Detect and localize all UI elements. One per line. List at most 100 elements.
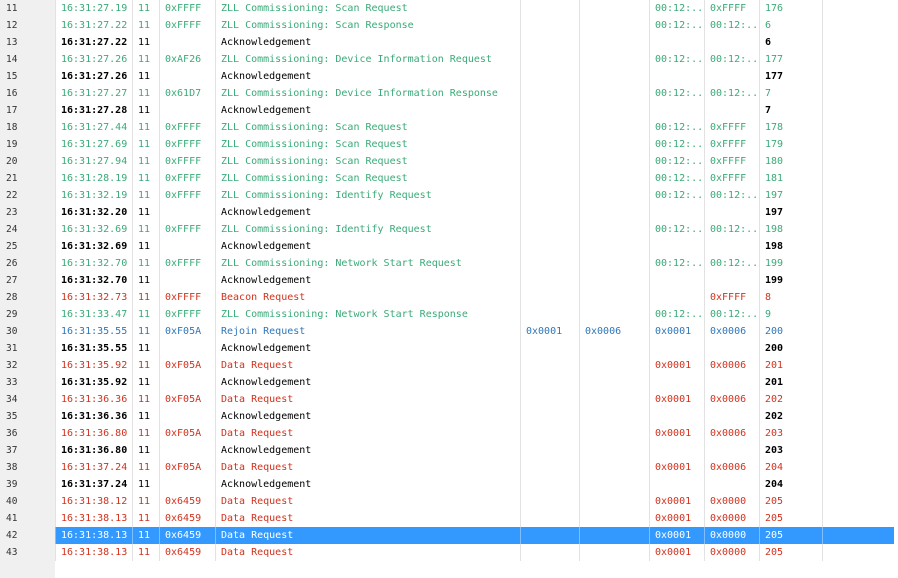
field-c-cell: 00:12:...: [655, 122, 704, 133]
source-address-cell: [160, 68, 215, 85]
source-address-cell: 0xF05A: [165, 428, 202, 439]
sequence-number-cell: 197: [765, 190, 784, 201]
table-row[interactable]: 30 16:31:35.55 11 0xF05A Rejoin Request 0x000…: [0, 323, 898, 340]
field-c-cell: [650, 340, 704, 357]
table-row[interactable]: 38 16:31:37.24 11 0xF05A Data Request 0x0001 0…: [0, 459, 898, 476]
description-cell: Acknowledgement: [221, 411, 312, 422]
table-row[interactable]: 12 16:31:27.22 11 0xFFFF ZLL Commissioning: …: [0, 17, 898, 34]
table-row-selected[interactable]: 42 16:31:38.13 11 0x6459 Data Request 0x0001 0…: [0, 527, 898, 544]
table-row[interactable]: 11 16:31:27.19 11 0xFFFF ZLL Commissioning: …: [0, 0, 898, 17]
column-divider: [822, 391, 823, 408]
field-a-cell: [521, 527, 579, 544]
source-address-cell: 0x6459: [165, 496, 202, 507]
field-d-cell: 00:12:...: [710, 88, 759, 99]
field-a-cell: [521, 272, 579, 289]
field-a-cell: [521, 306, 579, 323]
field-c-cell: [650, 238, 704, 255]
row-number: 42: [0, 527, 55, 544]
channel-cell: 11: [138, 105, 151, 116]
table-row[interactable]: 31 16:31:35.55 11 Acknowledgement 200: [0, 340, 898, 357]
field-c-cell: [650, 34, 704, 51]
sequence-number-cell: 7: [765, 88, 772, 99]
field-b-cell: [580, 51, 648, 68]
table-row[interactable]: 29 16:31:33.47 11 0xFFFF ZLL Commissioning: …: [0, 306, 898, 323]
field-a-cell: [521, 238, 579, 255]
table-row[interactable]: 39 16:31:37.24 11 Acknowledgement 204: [0, 476, 898, 493]
packet-list-grid[interactable]: 11 16:31:27.19 11 0xFFFF ZLL Commissioning: …: [0, 0, 898, 578]
sequence-number-cell: 205: [765, 513, 784, 524]
field-a-cell: [521, 408, 579, 425]
table-row[interactable]: 14 16:31:27.26 11 0xAF26 ZLL Commissioning: …: [0, 51, 898, 68]
row-number: 32: [0, 357, 55, 374]
table-row[interactable]: 16 16:31:27.27 11 0x61D7 ZLL Commissioning: …: [0, 85, 898, 102]
row-number: 36: [0, 425, 55, 442]
table-row[interactable]: 18 16:31:27.44 11 0xFFFF ZLL Commissioning: …: [0, 119, 898, 136]
field-a-cell: [521, 476, 579, 493]
source-address-cell: 0xFFFF: [165, 156, 202, 167]
table-row[interactable]: 13 16:31:27.22 11 Acknowledgement 6: [0, 34, 898, 51]
field-a-cell: [521, 221, 579, 238]
field-b-cell: [580, 17, 648, 34]
source-address-cell: 0xFFFF: [165, 309, 202, 320]
time-cell: 16:31:36.36: [61, 394, 128, 405]
table-row[interactable]: 35 16:31:36.36 11 Acknowledgement 202: [0, 408, 898, 425]
source-address-cell: [160, 408, 215, 425]
field-c-cell: [650, 442, 704, 459]
time-cell: 16:31:27.22: [61, 37, 128, 48]
table-row[interactable]: 19 16:31:27.69 11 0xFFFF ZLL Commissioning: …: [0, 136, 898, 153]
empty-list-area: [0, 561, 898, 578]
row-number: 38: [0, 459, 55, 476]
time-cell: 16:31:32.20: [61, 207, 128, 218]
table-row[interactable]: 17 16:31:27.28 11 Acknowledgement 7: [0, 102, 898, 119]
table-row[interactable]: 37 16:31:36.80 11 Acknowledgement 203: [0, 442, 898, 459]
field-a-cell: [521, 17, 579, 34]
row-number: 37: [0, 442, 55, 459]
row-number: 14: [0, 51, 55, 68]
description-cell: ZLL Commissioning: Scan Response: [221, 20, 414, 31]
table-row[interactable]: 40 16:31:38.12 11 0x6459 Data Request 0x0001 0…: [0, 493, 898, 510]
table-row[interactable]: 27 16:31:32.70 11 Acknowledgement 199: [0, 272, 898, 289]
channel-cell: 11: [138, 275, 151, 286]
channel-cell: 11: [138, 3, 151, 14]
time-cell: 16:31:35.55: [61, 326, 128, 337]
sequence-number-cell: 197: [765, 207, 784, 218]
description-cell: ZLL Commissioning: Network Start Request: [221, 258, 462, 269]
table-row[interactable]: 43 16:31:38.13 11 0x6459 Data Request 0x0001 0…: [0, 544, 898, 561]
field-b-cell: [580, 136, 648, 153]
source-address-cell: [160, 340, 215, 357]
table-row[interactable]: 28 16:31:32.73 11 0xFFFF Beacon Request 0xFFF…: [0, 289, 898, 306]
field-b-cell: [580, 510, 648, 527]
table-row[interactable]: 33 16:31:35.92 11 Acknowledgement 201: [0, 374, 898, 391]
row-number: 29: [0, 306, 55, 323]
field-d-cell: 0xFFFF: [710, 122, 747, 133]
table-row[interactable]: 15 16:31:27.26 11 Acknowledgement 177: [0, 68, 898, 85]
table-row[interactable]: 36 16:31:36.80 11 0xF05A Data Request 0x0001 0…: [0, 425, 898, 442]
table-row[interactable]: 34 16:31:36.36 11 0xF05A Data Request 0x0001 0…: [0, 391, 898, 408]
table-row[interactable]: 25 16:31:32.69 11 Acknowledgement 198: [0, 238, 898, 255]
table-row[interactable]: 23 16:31:32.20 11 Acknowledgement 197: [0, 204, 898, 221]
table-row[interactable]: 41 16:31:38.13 11 0x6459 Data Request 0x0001 0…: [0, 510, 898, 527]
field-b-cell: [580, 255, 648, 272]
table-row[interactable]: 20 16:31:27.94 11 0xFFFF ZLL Commissioning: …: [0, 153, 898, 170]
field-b-cell: [580, 544, 648, 561]
field-a-cell: [521, 68, 579, 85]
time-cell: 16:31:27.27: [61, 88, 128, 99]
channel-cell: 11: [138, 190, 151, 201]
field-b-cell: [580, 0, 648, 17]
time-cell: 16:31:27.19: [61, 3, 128, 14]
table-row[interactable]: 26 16:31:32.70 11 0xFFFF ZLL Commissioning: …: [0, 255, 898, 272]
field-a-cell: [521, 391, 579, 408]
table-row[interactable]: 21 16:31:28.19 11 0xFFFF ZLL Commissioning: …: [0, 170, 898, 187]
channel-cell: 11: [138, 173, 151, 184]
table-row[interactable]: 22 16:31:32.19 11 0xFFFF ZLL Commissioning: …: [0, 187, 898, 204]
description-cell: Acknowledgement: [221, 207, 312, 218]
field-c-cell: [650, 374, 704, 391]
field-b-cell: [580, 272, 648, 289]
source-address-cell: 0xFFFF: [165, 224, 202, 235]
row-number: 25: [0, 238, 55, 255]
column-divider: [822, 238, 823, 255]
table-row[interactable]: 32 16:31:35.92 11 0xF05A Data Request 0x0001 0…: [0, 357, 898, 374]
source-address-cell: 0x6459: [165, 513, 202, 524]
row-number: 12: [0, 17, 55, 34]
table-row[interactable]: 24 16:31:32.69 11 0xFFFF ZLL Commissioning: …: [0, 221, 898, 238]
